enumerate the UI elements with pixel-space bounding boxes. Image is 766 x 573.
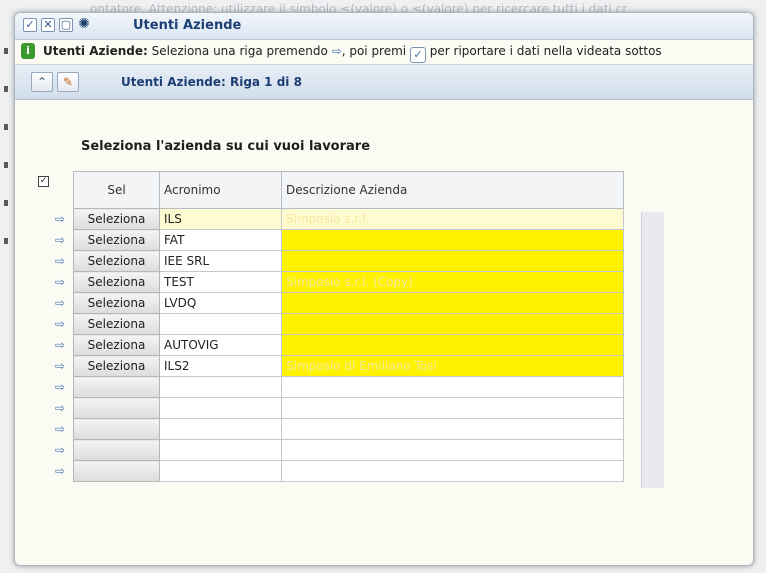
acronimo-cell	[159, 313, 282, 335]
aziende-grid: Sel Acronimo Descrizione Azienda ⇨ Selez…	[55, 171, 624, 482]
select-button[interactable]: Seleziona	[73, 292, 160, 314]
table-row[interactable]: ⇨ Seleziona TEST Simposio s.r.l. (Copy)	[55, 271, 624, 293]
acronimo-cell: IEE SRL	[159, 250, 282, 272]
info-icon: i	[21, 43, 35, 59]
arrow-icon[interactable]: ⇨	[55, 419, 74, 440]
arrow-icon[interactable]: ⇨	[55, 293, 74, 314]
select-button[interactable]: Seleziona	[73, 229, 160, 251]
descrizione-cell	[281, 250, 624, 272]
info-text-2: , poi premi	[341, 44, 410, 58]
close-icon[interactable]: ✕	[41, 18, 55, 32]
descrizione-cell: Simposio di Emiliano Tosi	[281, 355, 624, 377]
window-titlebar: ✓ ✕ ▢ ✺ Utenti Aziende	[15, 13, 753, 40]
background-bullet	[4, 162, 8, 168]
arrow-icon[interactable]: ⇨	[55, 356, 74, 377]
table-row[interactable]: ⇨	[55, 439, 624, 461]
table-row[interactable]: ⇨ Seleziona AUTOVIG	[55, 334, 624, 356]
window-title: Utenti Aziende	[133, 18, 242, 33]
arrow-icon: ⇨	[331, 44, 342, 58]
select-button[interactable]	[73, 376, 160, 398]
acronimo-cell: AUTOVIG	[159, 334, 282, 356]
arrow-icon[interactable]: ⇨	[55, 272, 74, 293]
grid-scrollbar[interactable]	[641, 212, 664, 488]
arrow-icon[interactable]: ⇨	[55, 251, 74, 272]
table-row[interactable]: ⇨ Seleziona	[55, 313, 624, 335]
table-row[interactable]: ⇨	[55, 397, 624, 419]
descrizione-cell	[281, 334, 624, 356]
select-button[interactable]	[73, 418, 160, 440]
arrow-icon[interactable]: ⇨	[55, 398, 74, 419]
info-bar: i Utenti Aziende: Seleziona una riga pre…	[15, 40, 753, 65]
arrow-icon[interactable]: ⇨	[55, 230, 74, 251]
background-bullet	[4, 48, 8, 54]
page-heading: Seleziona l'azienda su cui vuoi lavorare	[81, 139, 371, 154]
descrizione-cell	[281, 460, 624, 482]
acronimo-cell	[159, 439, 282, 461]
select-button[interactable]: Seleziona	[73, 355, 160, 377]
table-row[interactable]: ⇨	[55, 460, 624, 482]
pencil-icon[interactable]: ✎	[57, 72, 79, 92]
column-header-acronimo[interactable]: Acronimo	[159, 171, 282, 209]
acronimo-cell: ILS	[159, 208, 282, 230]
column-header-sel[interactable]: Sel	[73, 171, 160, 209]
table-row[interactable]: ⇨	[55, 418, 624, 440]
select-button[interactable]: Seleziona	[73, 334, 160, 356]
acronimo-cell	[159, 460, 282, 482]
arrow-icon[interactable]: ⇨	[55, 335, 74, 356]
descrizione-cell	[281, 397, 624, 419]
select-button[interactable]: Seleziona	[73, 313, 160, 335]
arrow-icon[interactable]: ⇨	[55, 377, 74, 398]
arrow-icon[interactable]: ⇨	[55, 314, 74, 335]
descrizione-cell	[281, 439, 624, 461]
info-text: Utenti Aziende: Seleziona una riga preme…	[43, 44, 662, 63]
background-bullet	[4, 200, 8, 206]
info-text-3: per riportare i dati nella videata sotto…	[429, 44, 662, 58]
check-icon[interactable]: ✓	[23, 18, 37, 32]
acronimo-cell	[159, 397, 282, 419]
select-button[interactable]	[73, 460, 160, 482]
check-icon: ✓	[409, 47, 426, 63]
acronimo-cell: LVDQ	[159, 292, 282, 314]
acronimo-cell	[159, 376, 282, 398]
column-header-descrizione[interactable]: Descrizione Azienda	[281, 171, 624, 209]
table-row[interactable]: ⇨ Seleziona LVDQ	[55, 292, 624, 314]
grid-row-indicator: Utenti Aziende: Riga 1 di 8	[121, 75, 302, 89]
acronimo-cell: FAT	[159, 229, 282, 251]
table-row[interactable]: ⇨ Seleziona FAT	[55, 229, 624, 251]
select-all-checkbox[interactable]: ✓	[38, 176, 49, 187]
select-button[interactable]: Seleziona	[73, 208, 160, 230]
window-icon[interactable]: ▢	[59, 18, 73, 32]
background-bullet	[4, 124, 8, 130]
collapse-icon[interactable]: ⌃	[31, 72, 53, 92]
descrizione-cell	[281, 229, 624, 251]
table-row[interactable]: ⇨ Seleziona IEE SRL	[55, 250, 624, 272]
descrizione-cell: Simposio s.r.l. (Copy)	[281, 271, 624, 293]
select-button[interactable]	[73, 397, 160, 419]
select-button[interactable]: Seleziona	[73, 271, 160, 293]
descrizione-cell	[281, 418, 624, 440]
select-button[interactable]	[73, 439, 160, 461]
table-row[interactable]: ⇨	[55, 376, 624, 398]
acronimo-cell	[159, 418, 282, 440]
arrow-icon[interactable]: ⇨	[55, 209, 74, 230]
background-bullet	[4, 238, 8, 244]
info-text-1: Seleziona una riga premendo	[147, 44, 332, 58]
grid-toolbar: ⌃ ✎ Utenti Aziende: Riga 1 di 8	[15, 65, 753, 100]
descrizione-cell	[281, 376, 624, 398]
arrow-icon[interactable]: ⇨	[55, 440, 74, 461]
info-title: Utenti Aziende:	[43, 44, 148, 58]
gear-icon[interactable]: ✺	[77, 17, 91, 32]
utenti-aziende-window: ✓ ✕ ▢ ✺ Utenti Aziende i Utenti Aziende:…	[14, 12, 754, 566]
descrizione-cell: Simposio s.r.l.	[281, 208, 624, 230]
table-row[interactable]: ⇨ Seleziona ILS Simposio s.r.l.	[55, 208, 624, 230]
select-button[interactable]: Seleziona	[73, 250, 160, 272]
background-bullet	[4, 86, 8, 92]
acronimo-cell: ILS2	[159, 355, 282, 377]
table-row[interactable]: ⇨ Seleziona ILS2 Simposio di Emiliano To…	[55, 355, 624, 377]
descrizione-cell	[281, 292, 624, 314]
descrizione-cell	[281, 313, 624, 335]
acronimo-cell: TEST	[159, 271, 282, 293]
arrow-icon[interactable]: ⇨	[55, 461, 74, 482]
arrow-column-header	[55, 172, 74, 209]
